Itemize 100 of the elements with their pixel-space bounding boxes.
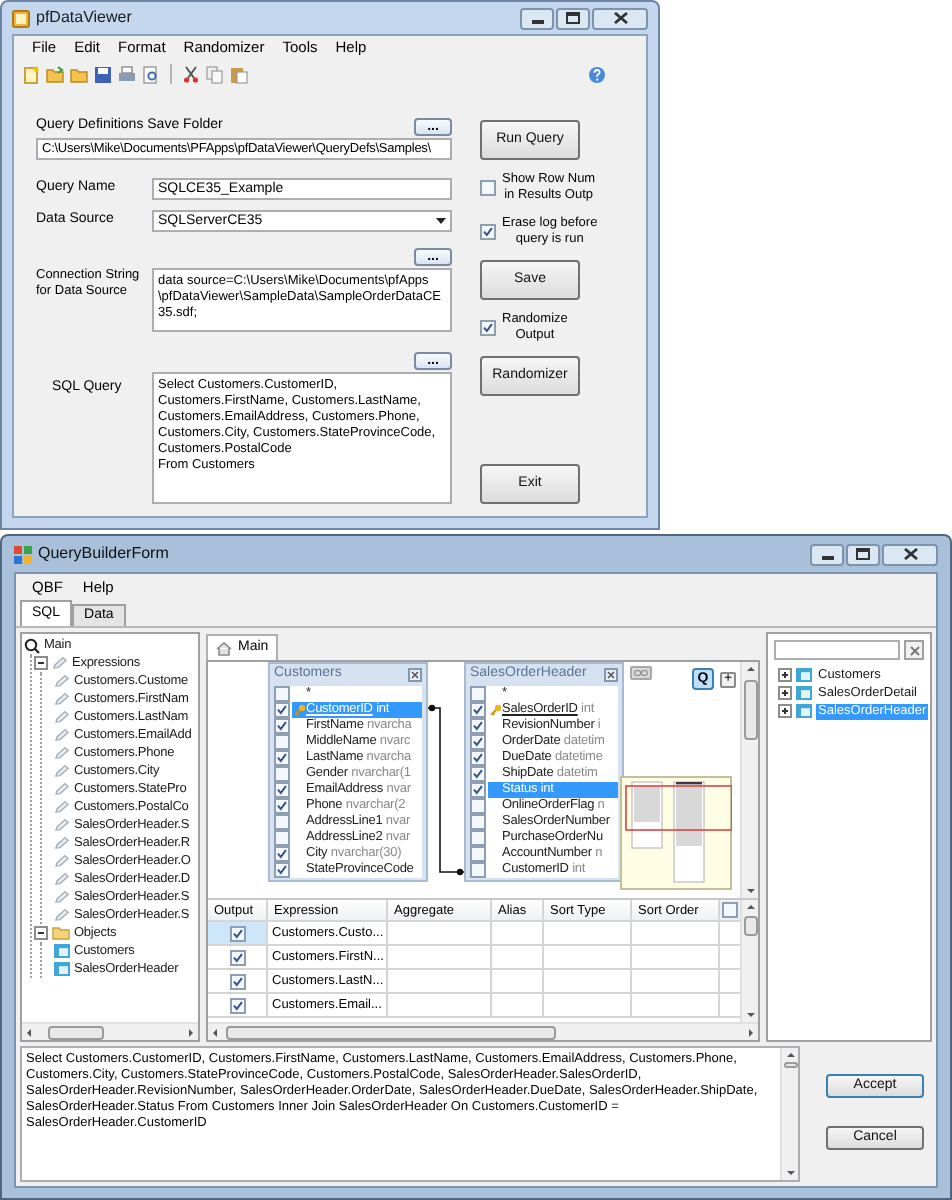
home-icon	[216, 641, 232, 655]
up-arrow-icon[interactable]	[743, 662, 757, 676]
minimize-button[interactable]	[520, 7, 554, 29]
vertical-scrollbar[interactable]	[740, 662, 758, 898]
collapse-icon[interactable]	[34, 926, 48, 940]
print-icon[interactable]	[118, 65, 136, 83]
left-arrow-icon[interactable]	[208, 1025, 222, 1039]
caret-icon	[436, 218, 446, 224]
empty-cell	[388, 970, 492, 994]
help-icon[interactable]	[588, 65, 606, 83]
checkbox[interactable]	[470, 814, 486, 830]
checkbox[interactable]	[229, 925, 245, 941]
paste-icon[interactable]	[230, 65, 248, 83]
checkbox[interactable]	[470, 766, 486, 782]
preview-icon[interactable]	[142, 65, 160, 83]
up-arrow-icon[interactable]	[743, 900, 757, 914]
checkbox[interactable]	[274, 766, 290, 782]
collapse-icon[interactable]	[34, 656, 48, 670]
overview-drawing[interactable]	[620, 776, 732, 890]
checkbox[interactable]	[470, 862, 486, 878]
relationship-line[interactable]	[428, 702, 464, 878]
checkbox[interactable]	[229, 997, 245, 1013]
checkbox[interactable]	[470, 702, 486, 718]
checkbox[interactable]	[274, 718, 290, 734]
checkbox[interactable]	[480, 320, 496, 336]
window-title: QueryBuilderForm	[38, 542, 169, 566]
horizontal-scrollbar[interactable]	[22, 1022, 198, 1040]
checkbox[interactable]	[274, 846, 290, 862]
vertical-scrollbar[interactable]	[740, 900, 758, 1022]
checkbox[interactable]	[470, 734, 486, 750]
checkbox[interactable]	[470, 782, 486, 798]
table-icon	[54, 944, 70, 958]
minimize-button[interactable]	[810, 543, 844, 565]
checkbox[interactable]	[274, 702, 290, 718]
down-arrow-icon[interactable]	[743, 884, 757, 898]
close-button[interactable]	[882, 543, 938, 565]
empty-cell	[492, 946, 544, 970]
cut-icon[interactable]	[182, 65, 200, 83]
empty-cell	[632, 922, 720, 946]
checkbox[interactable]	[470, 830, 486, 846]
empty-cell	[544, 970, 632, 994]
right-arrow-icon[interactable]	[744, 1025, 758, 1039]
empty-cell	[388, 994, 492, 1018]
scroll-thumb[interactable]	[743, 680, 757, 740]
checkbox[interactable]	[470, 718, 486, 734]
empty-cell	[544, 922, 632, 946]
table-icon	[796, 668, 812, 682]
expand-icon[interactable]	[778, 686, 792, 700]
checkbox[interactable]	[274, 686, 290, 702]
output-cell[interactable]	[208, 946, 268, 970]
checkbox[interactable]	[274, 862, 290, 878]
maximize-button[interactable]	[556, 7, 590, 29]
expand-icon[interactable]	[778, 668, 792, 682]
empty-cell	[492, 994, 544, 1018]
output-cell[interactable]	[208, 970, 268, 994]
table-card[interactable]	[268, 662, 428, 882]
expand-icon[interactable]	[778, 704, 792, 718]
left-arrow-icon[interactable]	[22, 1025, 36, 1039]
checkbox[interactable]	[274, 830, 290, 846]
save-icon[interactable]	[94, 65, 112, 83]
output-cell[interactable]	[208, 922, 268, 946]
clear-button[interactable]	[904, 640, 924, 660]
scroll-thumb[interactable]	[48, 1025, 104, 1039]
output-cell[interactable]	[208, 994, 268, 1018]
checkbox[interactable]	[229, 949, 245, 965]
scroll-thumb[interactable]	[783, 1062, 797, 1068]
down-arrow-icon[interactable]	[783, 1166, 797, 1180]
folder-icon[interactable]	[46, 65, 64, 83]
checkbox[interactable]	[480, 180, 496, 196]
app-icon	[12, 9, 30, 27]
checkbox[interactable]	[274, 750, 290, 766]
checkbox[interactable]	[470, 750, 486, 766]
checkbox[interactable]	[229, 973, 245, 989]
checkbox[interactable]	[470, 846, 486, 862]
scroll-thumb[interactable]	[226, 1025, 556, 1039]
checkbox[interactable]	[274, 782, 290, 798]
checkbox[interactable]	[274, 734, 290, 750]
empty-cell	[492, 922, 544, 946]
checkbox[interactable]	[480, 224, 496, 240]
minimize-icon	[821, 555, 833, 559]
vertical-scrollbar[interactable]	[780, 1048, 798, 1180]
close-icon[interactable]	[408, 668, 422, 682]
up-arrow-icon[interactable]	[783, 1048, 797, 1062]
close-button[interactable]	[592, 7, 648, 29]
scroll-thumb[interactable]	[743, 916, 757, 936]
right-arrow-icon[interactable]	[184, 1025, 198, 1039]
maximize-icon	[856, 548, 870, 560]
close-icon[interactable]	[604, 668, 618, 682]
empty-cell	[632, 994, 720, 1018]
down-arrow-icon[interactable]	[743, 1008, 757, 1022]
checkbox[interactable]	[274, 798, 290, 814]
checkbox[interactable]	[470, 686, 486, 702]
checkbox[interactable]	[722, 902, 738, 918]
checkbox[interactable]	[470, 798, 486, 814]
empty-cell	[544, 946, 632, 970]
maximize-button[interactable]	[846, 543, 880, 565]
search-field[interactable]	[774, 640, 900, 660]
empty-cell	[632, 946, 720, 970]
checkbox[interactable]	[274, 814, 290, 830]
horizontal-scrollbar[interactable]	[208, 1022, 758, 1040]
